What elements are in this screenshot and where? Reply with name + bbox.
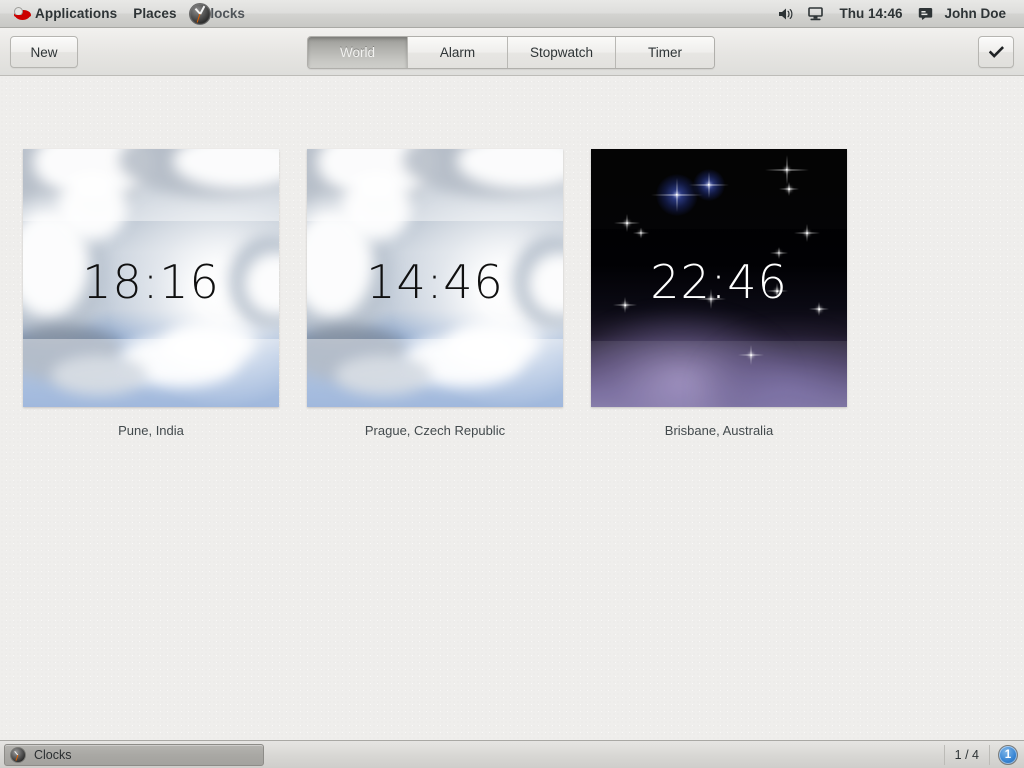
applications-menu[interactable]: Applications — [0, 0, 125, 27]
redhat-logo-icon — [14, 6, 31, 21]
new-button[interactable]: New — [10, 36, 78, 68]
volume-icon[interactable] — [771, 7, 801, 21]
display-icon[interactable] — [801, 6, 830, 21]
clocks-app-icon — [188, 2, 211, 25]
world-clock-grid: 18:16 Pune, India 14:46 Prague, Czech Re… — [23, 149, 847, 438]
app-toolbar: New World Alarm Stopwatch Timer — [0, 28, 1024, 76]
clock-thumbnail-day[interactable]: 18:16 — [23, 149, 279, 407]
places-menu[interactable]: Places — [125, 0, 184, 27]
tab-world[interactable]: World — [308, 37, 408, 68]
tab-stopwatch-label: Stopwatch — [529, 45, 594, 60]
bottom-taskbar: Clocks 1 / 4 1 — [0, 740, 1024, 768]
applications-menu-label: Applications — [35, 6, 118, 21]
notification-badge[interactable]: 1 — [998, 744, 1018, 765]
clocks-app-icon — [10, 746, 26, 763]
world-clock-item[interactable]: 18:16 Pune, India — [23, 149, 279, 438]
clock-location-label: Brisbane, Australia — [664, 423, 774, 438]
user-menu-label[interactable]: John Doe — [940, 6, 1014, 21]
tab-timer[interactable]: Timer — [616, 37, 714, 68]
clock-time: 14:46 — [366, 255, 504, 309]
workspace-indicator[interactable]: 1 / 4 — [943, 744, 990, 765]
clock-time: 18:16 — [82, 255, 220, 309]
clock-thumbnail-day[interactable]: 14:46 — [307, 149, 563, 407]
places-menu-label: Places — [133, 6, 177, 21]
tab-timer-label: Timer — [648, 45, 682, 60]
message-icon[interactable] — [911, 7, 940, 20]
checkmark-icon — [988, 45, 1004, 58]
top-panel-right: Thu 14:46 John Doe — [771, 0, 1024, 27]
clock-location-label: Pune, India — [118, 423, 184, 438]
world-clock-item[interactable]: 22:46 Brisbane, Australia — [591, 149, 847, 438]
taskbar-right: 1 / 4 1 — [943, 744, 1024, 765]
active-application-menu[interactable]: Clocks — [185, 0, 255, 27]
panel-clock[interactable]: Thu 14:46 — [830, 6, 911, 21]
top-panel: Applications Places Clocks Thu 14:46 Joh… — [0, 0, 1024, 28]
clock-time: 22:46 — [650, 255, 788, 309]
view-tab-group: World Alarm Stopwatch Timer — [307, 36, 715, 69]
tab-world-label: World — [339, 45, 375, 60]
tab-alarm[interactable]: Alarm — [408, 37, 508, 68]
tab-stopwatch[interactable]: Stopwatch — [508, 37, 616, 68]
tab-alarm-label: Alarm — [439, 45, 476, 60]
clock-location-label: Prague, Czech Republic — [364, 423, 506, 438]
taskbar-window-clocks[interactable]: Clocks — [4, 743, 264, 766]
done-button[interactable] — [978, 36, 1014, 68]
world-clocks-content: 18:16 Pune, India 14:46 Prague, Czech Re… — [0, 76, 1024, 739]
clocks-window: New World Alarm Stopwatch Timer 18:16 Pu… — [0, 28, 1024, 740]
top-panel-left: Applications Places Clocks — [0, 0, 255, 27]
clock-thumbnail-night[interactable]: 22:46 — [591, 149, 847, 407]
taskbar-window-label: Clocks — [34, 747, 72, 762]
world-clock-item[interactable]: 14:46 Prague, Czech Republic — [307, 149, 563, 438]
